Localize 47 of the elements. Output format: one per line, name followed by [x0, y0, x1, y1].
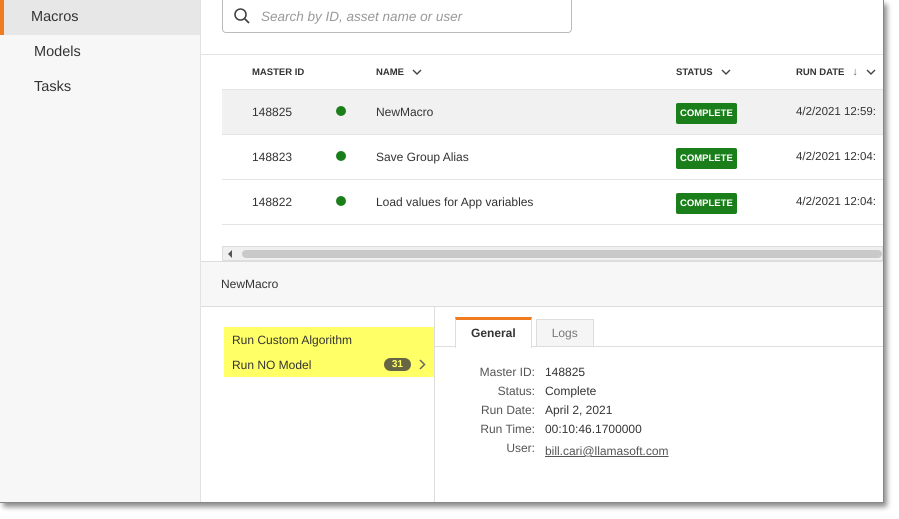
sidebar-item[interactable]: Models	[0, 35, 200, 70]
sidebar-item[interactable]: Tasks	[0, 70, 200, 105]
macro-name: Save Group Alias	[376, 150, 469, 164]
table-row[interactable]: 148825 NewMacro COMPLETE 4/2/2021 12:59:	[222, 90, 883, 135]
column-header[interactable]: NAME	[376, 66, 404, 78]
run-date: 4/2/2021 12:59:	[796, 106, 876, 118]
detail-title: NewMacro	[221, 277, 278, 291]
count-badge: 31	[384, 358, 411, 371]
macro-name: Load values for App variables	[376, 195, 534, 209]
sidebar-item[interactable]: Macros	[0, 0, 200, 35]
user-email-link[interactable]: bill.cari@llamasoft.com	[545, 444, 669, 458]
sort-arrow[interactable]: ↓	[852, 66, 858, 78]
field-label: Run Date:	[480, 403, 535, 417]
column-header[interactable]: MASTER ID	[252, 66, 304, 78]
run-date: 4/2/2021 12:04:	[796, 196, 876, 208]
field-label: User:	[505, 441, 535, 457]
field-label: Status:	[496, 384, 535, 398]
chevron-down-icon[interactable]	[412, 68, 422, 76]
field-value: 148825	[545, 365, 586, 379]
tab[interactable]: Logs	[536, 319, 594, 346]
column-header[interactable]: RUN DATE	[796, 66, 844, 78]
master-id: 148823	[252, 150, 292, 164]
field-value: Complete	[545, 384, 596, 398]
tab[interactable]: General	[455, 317, 532, 348]
field-label: Master ID:	[478, 365, 535, 379]
table-row[interactable]: 148822 Load values for App variables COMPLETE 4/2/2021 12:04:	[222, 180, 883, 225]
status-badge: COMPLETE	[676, 103, 737, 124]
status-badge: COMPLETE	[676, 148, 737, 169]
step-item[interactable]: Run NO Model 31	[224, 352, 434, 377]
master-id: 148825	[252, 105, 292, 119]
macro-name: NewMacro	[376, 105, 434, 119]
chevron-right-icon[interactable]	[419, 359, 426, 370]
column-header[interactable]: STATUS	[676, 66, 713, 78]
field-label: Run Time:	[479, 422, 535, 436]
search-icon	[233, 7, 251, 25]
run-date: 4/2/2021 12:04:	[796, 151, 876, 163]
status-badge: COMPLETE	[676, 193, 737, 214]
scrollbar-thumb[interactable]	[242, 250, 882, 258]
table-row[interactable]: 148823 Save Group Alias COMPLETE 4/2/2021 12:04:	[222, 135, 883, 180]
step-item[interactable]: Run Custom Algorithm	[224, 327, 434, 352]
field-value: April 2, 2021	[545, 403, 612, 417]
horizontal-scrollbar[interactable]	[222, 246, 883, 261]
field-value: 00:10:46.1700000	[545, 422, 642, 436]
chevron-down-icon[interactable]	[866, 68, 876, 76]
search-field[interactable]: Search by ID, asset name or user	[222, 0, 572, 33]
chevron-down-icon[interactable]	[720, 68, 731, 76]
master-id: 148822	[252, 195, 292, 209]
